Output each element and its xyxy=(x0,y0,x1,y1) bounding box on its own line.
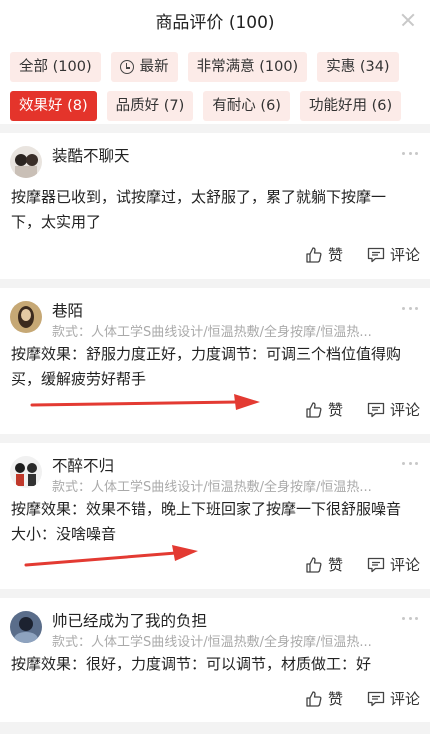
section-divider xyxy=(0,589,430,598)
comment-icon xyxy=(367,402,385,417)
review-content-line: 按摩效果：很好，力度调节：可以调节，材质做工：好 xyxy=(11,655,372,673)
filter-chip-label: 非常满意 (100) xyxy=(196,59,299,75)
review-actions: 赞 评论 xyxy=(305,244,420,265)
filter-row-1: 全部 (100) 最新 非常满意 (100) 实惠 (34) xyxy=(10,52,399,82)
review-content: 按摩器已收到，试按摩过，太舒服了，累了就躺下按摩一 下，太实用了 xyxy=(11,185,421,235)
review-content-line: 按摩效果：舒服力度正好，力度调节：可调三个档位值得购 xyxy=(11,345,402,363)
section-divider xyxy=(0,722,430,734)
thumbs-up-icon xyxy=(306,401,322,418)
comment-label: 评论 xyxy=(389,246,420,264)
filter-chip-very-satisfied[interactable]: 非常满意 (100) xyxy=(187,52,308,82)
comment-button[interactable]: 评论 xyxy=(367,399,420,420)
page-title: 商品评价 (100) xyxy=(155,13,275,33)
avatar[interactable] xyxy=(10,146,42,178)
header: 商品评价 (100) xyxy=(0,0,430,40)
close-icon[interactable] xyxy=(396,8,420,32)
more-options-icon[interactable] xyxy=(402,152,418,156)
comment-icon xyxy=(367,557,385,572)
review-spec: 款式：人体工学S曲线设计/恒温热敷/全身按摩/恒温热... xyxy=(52,635,372,650)
like-label: 赞 xyxy=(327,556,343,574)
comment-label: 评论 xyxy=(389,556,420,574)
filter-chip-good-quality[interactable]: 品质好 (7) xyxy=(106,91,194,121)
avatar[interactable] xyxy=(10,301,42,333)
review-username[interactable]: 装酷不聊天 xyxy=(52,144,130,166)
filter-tags: 全部 (100) 最新 非常满意 (100) 实惠 (34) 效果好 (8) 品… xyxy=(0,44,430,122)
filter-chip-good-effect[interactable]: 效果好 (8) xyxy=(10,91,97,121)
comment-label: 评论 xyxy=(389,690,420,708)
like-button[interactable]: 赞 xyxy=(305,688,343,709)
filter-chip-latest[interactable]: 最新 xyxy=(110,52,178,82)
review-actions: 赞 评论 xyxy=(305,554,420,575)
filter-chip-label: 最新 xyxy=(139,59,169,75)
like-button[interactable]: 赞 xyxy=(305,244,343,265)
review-spec: 款式：人体工学S曲线设计/恒温热敷/全身按摩/恒温热... xyxy=(52,480,372,495)
review-content: 按摩效果：舒服力度正好，力度调节：可调三个档位值得购 买，缓解疲劳好帮手 xyxy=(11,342,421,392)
review-content-line: 按摩效果：效果不错，晚上下班回家了按摩一下很舒服噪音 xyxy=(11,500,402,518)
comment-button[interactable]: 评论 xyxy=(367,688,420,709)
thumbs-up-icon xyxy=(306,690,322,707)
review-card: 装酷不聊天 按摩器已收到，试按摩过，太舒服了，累了就躺下按摩一 下，太实用了 赞… xyxy=(0,133,430,279)
like-label: 赞 xyxy=(327,690,343,708)
review-actions: 赞 评论 xyxy=(305,399,420,420)
comment-button[interactable]: 评论 xyxy=(367,244,420,265)
review-card: 不醉不归 款式：人体工学S曲线设计/恒温热敷/全身按摩/恒温热... 按摩效果：… xyxy=(0,443,430,589)
review-content-line: 下，太实用了 xyxy=(11,213,102,231)
filter-chip-label: 有耐心 (6) xyxy=(212,98,281,114)
thumbs-up-icon xyxy=(306,556,322,573)
section-divider xyxy=(0,279,430,288)
filter-chip-patient[interactable]: 有耐心 (6) xyxy=(203,91,290,121)
more-options-icon[interactable] xyxy=(402,462,418,466)
filter-chip-useful-function[interactable]: 功能好用 (6) xyxy=(299,91,402,121)
filter-chip-label: 效果好 (8) xyxy=(19,98,88,114)
avatar[interactable] xyxy=(10,456,42,488)
review-spec: 款式：人体工学S曲线设计/恒温热敷/全身按摩/恒温热... xyxy=(52,325,372,340)
review-card: 巷陌 款式：人体工学S曲线设计/恒温热敷/全身按摩/恒温热... 按摩效果：舒服… xyxy=(0,288,430,434)
filter-chip-label: 实惠 (34) xyxy=(326,59,390,75)
like-button[interactable]: 赞 xyxy=(305,554,343,575)
review-card: 帅已经成为了我的负担 款式：人体工学S曲线设计/恒温热敷/全身按摩/恒温热...… xyxy=(0,598,430,722)
filter-chip-affordable[interactable]: 实惠 (34) xyxy=(317,52,399,82)
comment-icon xyxy=(367,691,385,706)
review-username[interactable]: 不醉不归 xyxy=(52,454,114,476)
review-username[interactable]: 帅已经成为了我的负担 xyxy=(52,609,207,631)
avatar[interactable] xyxy=(10,611,42,643)
comment-button[interactable]: 评论 xyxy=(367,554,420,575)
filter-chip-label: 功能好用 (6) xyxy=(308,98,393,114)
more-options-icon[interactable] xyxy=(402,307,418,311)
comment-icon xyxy=(367,247,385,262)
filter-chip-label: 品质好 (7) xyxy=(115,98,185,114)
filter-chip-all[interactable]: 全部 (100) xyxy=(10,52,101,82)
like-button[interactable]: 赞 xyxy=(305,399,343,420)
filter-row-2: 效果好 (8) 品质好 (7) 有耐心 (6) 功能好用 (6) xyxy=(10,91,402,121)
review-actions: 赞 评论 xyxy=(305,688,420,709)
comment-label: 评论 xyxy=(389,401,420,419)
red-arrow-annotation xyxy=(24,545,198,567)
more-options-icon[interactable] xyxy=(402,617,418,621)
red-arrow-annotation xyxy=(30,394,260,410)
clock-icon xyxy=(119,60,134,74)
like-label: 赞 xyxy=(327,401,343,419)
section-divider xyxy=(0,124,430,133)
filter-chip-label: 全部 (100) xyxy=(19,59,92,75)
review-content-line: 按摩器已收到，试按摩过，太舒服了，累了就躺下按摩一 xyxy=(11,188,387,206)
like-label: 赞 xyxy=(327,246,343,264)
thumbs-up-icon xyxy=(306,246,322,263)
review-content-line: 买，缓解疲劳好帮手 xyxy=(11,370,147,388)
review-content: 按摩效果：很好，力度调节：可以调节，材质做工：好 xyxy=(11,652,421,677)
section-divider xyxy=(0,434,430,443)
review-username[interactable]: 巷陌 xyxy=(52,299,83,321)
review-content: 按摩效果：效果不错，晚上下班回家了按摩一下很舒服噪音 大小：没啥噪音 xyxy=(11,497,421,547)
